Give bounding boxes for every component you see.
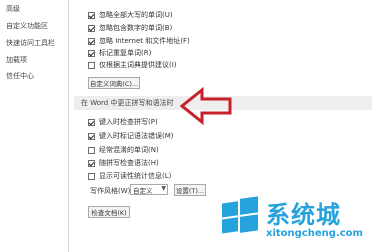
watermark-title: 系统城 (266, 201, 341, 229)
options-sidebar: 高级 自定义功能区 快速访问工具栏 加载项 信任中心 (0, 0, 69, 252)
checkbox[interactable] (88, 172, 95, 180)
option-main-dictionary-only[interactable]: 仅根据主词典提供建议(I) (88, 60, 177, 70)
option-check-spelling-as-you-type[interactable]: 键入时检查拼写(P) (88, 117, 158, 127)
option-label: 键入时标记语法错误(M) (99, 132, 174, 140)
option-readability-statistics[interactable]: 显示可读性统计信息(L) (88, 171, 171, 181)
option-check-grammar-with-spelling[interactable]: 随拼写检查语法(H) (88, 158, 159, 168)
checkbox[interactable] (88, 11, 95, 19)
sidebar-item-addins[interactable]: 加载项 (6, 55, 27, 65)
option-label: 标记重复单词(R) (99, 49, 152, 57)
windows-logo-icon (222, 196, 258, 234)
watermark: 系统城 xitongcheng.com (212, 190, 372, 252)
check-document-button[interactable]: 检查文档(K) (88, 206, 130, 218)
checkbox[interactable] (88, 132, 95, 140)
sidebar-item-trust-center[interactable]: 信任中心 (6, 71, 34, 81)
chevron-down-icon: ▼ (161, 185, 166, 192)
sidebar-item-advanced[interactable]: 高级 (6, 4, 20, 14)
checkbox[interactable] (88, 24, 95, 32)
option-label: 随拼写检查语法(H) (99, 159, 159, 167)
watermark-url: xitongcheng.com (266, 228, 363, 239)
writing-style-label: 写作风格(W): (90, 187, 133, 195)
checkbox[interactable] (88, 37, 95, 45)
option-ignore-internet-addresses[interactable]: 忽略 Internet 和文件地址(F) (88, 36, 190, 46)
option-frequently-confused-words[interactable]: 经常混淆的单词(N) (88, 145, 159, 155)
checkbox[interactable] (88, 61, 95, 69)
checkbox[interactable] (88, 49, 95, 57)
option-label: 仅根据主词典提供建议(I) (99, 61, 177, 69)
settings-button[interactable]: 设置(T)... (174, 184, 206, 196)
option-label: 键入时检查拼写(P) (99, 118, 158, 126)
checkbox[interactable] (88, 159, 95, 167)
option-ignore-numbers[interactable]: 忽略包含数字的单词(B) (88, 23, 172, 33)
option-mark-grammar-errors[interactable]: 键入时标记语法错误(M) (88, 131, 174, 141)
option-label: 忽略包含数字的单词(B) (99, 24, 173, 32)
option-label: 忽略 Internet 和文件地址(F) (99, 37, 190, 45)
writing-style-value: 自定义 (133, 186, 153, 195)
annotation-arrow-icon (180, 87, 232, 125)
checkbox[interactable] (88, 118, 95, 126)
option-label: 经常混淆的单词(N) (99, 146, 159, 154)
option-label: 显示可读性统计信息(L) (99, 172, 172, 180)
option-label: 忽略全部大写的单词(U) (99, 11, 173, 19)
custom-dictionaries-button[interactable]: 自定义词典(C)... (88, 77, 140, 89)
sidebar-item-quick-access-toolbar[interactable]: 快速访问工具栏 (6, 38, 55, 48)
writing-style-select[interactable]: 自定义 ▼ (130, 184, 168, 195)
sidebar-item-customize-ribbon[interactable]: 自定义功能区 (6, 21, 48, 31)
checkbox[interactable] (88, 146, 95, 154)
option-flag-repeated-words[interactable]: 标记重复单词(R) (88, 48, 151, 58)
option-ignore-uppercase[interactable]: 忽略全部大写的单词(U) (88, 10, 173, 20)
